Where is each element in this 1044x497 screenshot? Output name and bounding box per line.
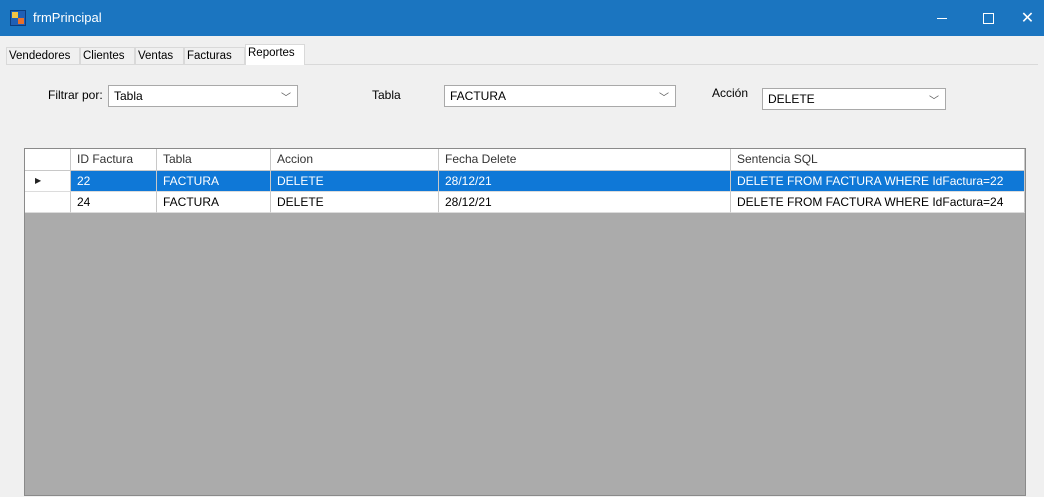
grid-header: ID Factura Tabla Accion Fecha Delete Sen… [25,149,1025,171]
cell-accion[interactable]: DELETE [271,171,439,192]
current-row-arrow-icon: ▶ [35,176,42,185]
cell-sentencia-sql[interactable]: DELETE FROM FACTURA WHERE IdFactura=22 [731,171,1025,192]
close-button[interactable]: ✕ [1011,0,1044,36]
audit-data-grid[interactable]: ID Factura Tabla Accion Fecha Delete Sen… [24,148,1026,496]
cell-tabla[interactable]: FACTURA [157,171,271,192]
minimize-icon [937,17,947,19]
filtrar-por-combo[interactable]: Tabla ﹀ [108,85,298,107]
column-header-accion[interactable]: Accion [271,149,439,171]
cell-sentencia-sql[interactable]: DELETE FROM FACTURA WHERE IdFactura=24 [731,192,1025,213]
maximize-icon [982,12,994,24]
tab-facturas[interactable]: Facturas [184,47,245,64]
minimize-button[interactable] [919,0,965,36]
tabla-value: FACTURA [450,89,507,103]
app-icon [10,10,26,26]
cell-fecha-delete[interactable]: 28/12/21 [439,171,731,192]
tab-vendedores[interactable]: Vendedores [6,47,80,64]
cell-tabla[interactable]: FACTURA [157,192,271,213]
table-row[interactable]: 24 FACTURA DELETE 28/12/21 DELETE FROM F… [25,192,1025,213]
tab-ventas[interactable]: Ventas [135,47,184,64]
chevron-down-icon: ﹀ [929,96,939,107]
title-bar[interactable]: frmPrincipal ✕ [0,0,1044,36]
cell-fecha-delete[interactable]: 28/12/21 [439,192,731,213]
grid-corner [25,149,71,171]
cell-id-factura[interactable]: 24 [71,192,157,213]
tabla-combo[interactable]: FACTURA ﹀ [444,85,676,107]
filtrar-por-label: Filtrar por: [48,88,103,102]
table-row[interactable]: ▶ 22 FACTURA DELETE 28/12/21 DELETE FROM… [25,171,1025,192]
tab-clientes[interactable]: Clientes [80,47,135,64]
column-header-id-factura[interactable]: ID Factura [71,149,157,171]
accion-value: DELETE [768,92,815,106]
maximize-button[interactable] [965,0,1011,36]
column-header-tabla[interactable]: Tabla [157,149,271,171]
column-header-sentencia-sql[interactable]: Sentencia SQL [731,149,1025,171]
cell-id-factura[interactable]: 22 [71,171,157,192]
column-header-fecha-delete[interactable]: Fecha Delete [439,149,731,171]
chevron-down-icon: ﹀ [659,93,669,104]
filtrar-por-value: Tabla [114,89,143,103]
row-header[interactable]: ▶ [25,171,71,192]
window-title: frmPrincipal [33,10,102,25]
row-header[interactable] [25,192,71,213]
accion-label: Acción [712,86,749,100]
cell-accion[interactable]: DELETE [271,192,439,213]
tabla-label: Tabla [372,88,401,102]
close-icon: ✕ [1020,10,1035,27]
tab-reportes[interactable]: Reportes [245,44,305,65]
accion-combo[interactable]: DELETE ﹀ [762,88,946,110]
chevron-down-icon: ﹀ [281,93,291,104]
